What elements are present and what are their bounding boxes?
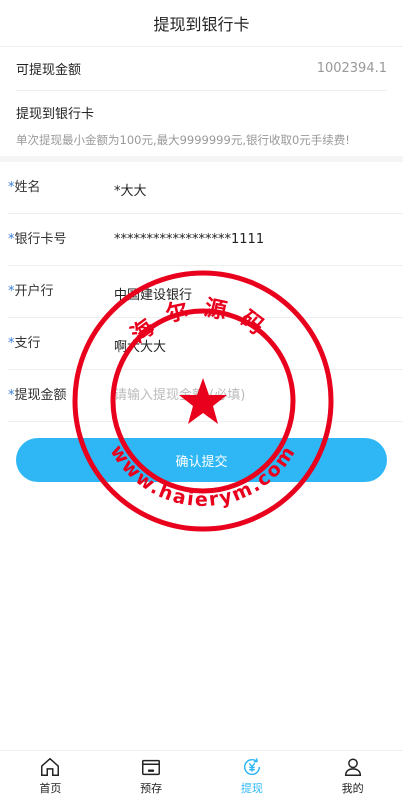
available-amount-row: 可提现金额 1002394.1 — [16, 47, 387, 91]
withdraw-rule-note: 单次提现最小金额为100元,最大9999999元,银行收取0元手续费! — [16, 133, 350, 147]
branch-label: 支行 — [14, 336, 41, 351]
bank-name-label: 开户行 — [14, 284, 54, 299]
bank-name-value: 中国建设银行 — [114, 288, 193, 303]
card-number-row: *银行卡号 ******************1111 — [8, 214, 403, 266]
branch-row: *支行 啊大大大 — [8, 318, 403, 370]
withdraw-amount-input[interactable] — [114, 384, 314, 403]
amount-row: *提现金额 — [8, 370, 403, 422]
home-icon — [41, 757, 60, 776]
name-row: *姓名 *大大 — [8, 162, 403, 214]
tab-withdraw-label: 提现 — [240, 781, 263, 795]
wallet-icon — [142, 759, 161, 775]
card-number-label: 银行卡号 — [14, 232, 67, 247]
available-label: 可提现金额 — [16, 63, 82, 78]
name-label: 姓名 — [14, 180, 41, 195]
page-header: 提现到银行卡 — [0, 0, 403, 47]
user-icon — [344, 757, 361, 776]
bank-name-row: *开户行 中国建设银行 — [8, 266, 403, 318]
tab-profile-label: 我的 — [341, 781, 364, 795]
name-value: *大大 — [114, 184, 147, 199]
amount-label: 提现金额 — [14, 388, 67, 403]
page-title: 提现到银行卡 — [153, 15, 250, 34]
available-amount: 1002394.1 — [316, 61, 387, 76]
tab-home-label: 首页 — [39, 781, 62, 795]
tab-deposit[interactable]: 预存 — [101, 751, 202, 800]
branch-value: 啊大大大 — [114, 340, 167, 355]
card-number-value: ******************1111 — [114, 232, 265, 247]
bank-info-section: 提现到银行卡 单次提现最小金额为100元,最大9999999元,银行收取0元手续… — [0, 91, 403, 162]
withdraw-icon — [243, 757, 260, 775]
tab-profile[interactable]: 我的 — [302, 751, 403, 800]
tab-withdraw[interactable]: 提现 — [202, 751, 303, 800]
submit-button[interactable]: 确认提交 — [16, 438, 387, 482]
tab-deposit-label: 预存 — [140, 781, 163, 795]
bottom-tab-bar: 首页 预存 提现 我的 — [0, 750, 403, 800]
bank-section-title: 提现到银行卡 — [16, 107, 95, 122]
tab-home[interactable]: 首页 — [0, 751, 101, 800]
